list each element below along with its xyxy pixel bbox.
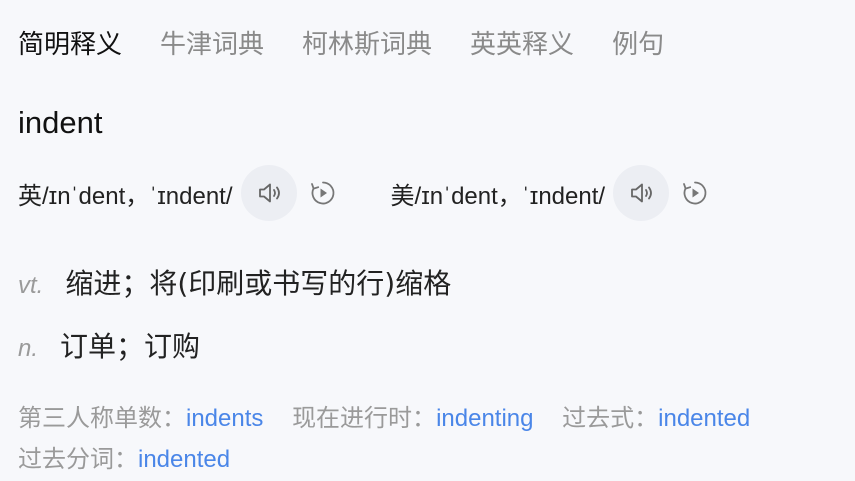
headword: indent bbox=[18, 105, 103, 140]
word-forms: 第三人称单数：indents 现在进行时：indenting 过去式：inden… bbox=[18, 398, 838, 480]
word-form-link[interactable]: indents bbox=[186, 405, 263, 432]
us-pronunciation: 美/ɪnˈdent，ˈɪndent/ bbox=[391, 165, 710, 221]
tab-bar: 简明释义 牛津词典 柯林斯词典 英英释义 例句 bbox=[18, 28, 664, 66]
dictionary-panel: 简明释义 牛津词典 柯林斯词典 英英释义 例句 indent 英/ɪnˈdent… bbox=[0, 0, 855, 481]
definition-text: 缩进；将(印刷或书写的行)缩格 bbox=[65, 267, 452, 300]
word-form-label: 现在进行时： bbox=[292, 405, 437, 432]
pronunciation-row: 英/ɪnˈdent，ˈɪndent/ 美/ɪnˈdent，ˈɪndent/ bbox=[18, 165, 709, 221]
tab-examples[interactable]: 例句 bbox=[612, 28, 664, 62]
word-form-past-tense: 过去式：indented bbox=[562, 398, 750, 439]
replay-icon bbox=[310, 181, 334, 205]
definition-text: 订单；订购 bbox=[60, 330, 201, 363]
tab-concise-definition[interactable]: 简明释义 bbox=[18, 28, 123, 66]
word-form-third-person: 第三人称单数：indents bbox=[18, 398, 263, 439]
tab-english-definition[interactable]: 英英释义 bbox=[470, 28, 574, 62]
us-play-audio-button[interactable] bbox=[613, 165, 670, 221]
word-form-past-participle: 过去分词：indented bbox=[18, 439, 230, 480]
word-form-label: 过去分词： bbox=[18, 446, 138, 473]
tab-collins-dictionary[interactable]: 柯林斯词典 bbox=[302, 28, 432, 62]
definition-item: vt. 缩进；将(印刷或书写的行)缩格 bbox=[18, 262, 451, 302]
word-form-present-participle: 现在进行时：indenting bbox=[292, 398, 533, 439]
us-replay-button[interactable] bbox=[681, 179, 709, 207]
word-form-label: 过去式： bbox=[562, 405, 659, 432]
part-of-speech: n. bbox=[18, 335, 39, 362]
replay-icon bbox=[683, 181, 707, 205]
uk-play-audio-button[interactable] bbox=[240, 165, 297, 221]
us-phonetic: 美/ɪnˈdent，ˈɪndent/ bbox=[390, 182, 606, 210]
word-form-link[interactable]: indenting bbox=[436, 405, 533, 432]
part-of-speech: vt. bbox=[18, 272, 44, 299]
speaker-icon bbox=[258, 183, 280, 203]
word-form-label: 第三人称单数： bbox=[18, 405, 186, 432]
speaker-icon bbox=[631, 183, 652, 203]
uk-phonetic: 英/ɪnˈdent，ˈɪndent/ bbox=[18, 182, 233, 210]
uk-replay-button[interactable] bbox=[309, 179, 337, 207]
tab-oxford-dictionary[interactable]: 牛津词典 bbox=[160, 28, 264, 62]
word-form-link[interactable]: indented bbox=[658, 405, 750, 432]
uk-pronunciation: 英/ɪnˈdent，ˈɪndent/ bbox=[18, 165, 337, 221]
word-form-link[interactable]: indented bbox=[138, 446, 230, 473]
definition-item: n. 订单；订购 bbox=[18, 325, 200, 365]
